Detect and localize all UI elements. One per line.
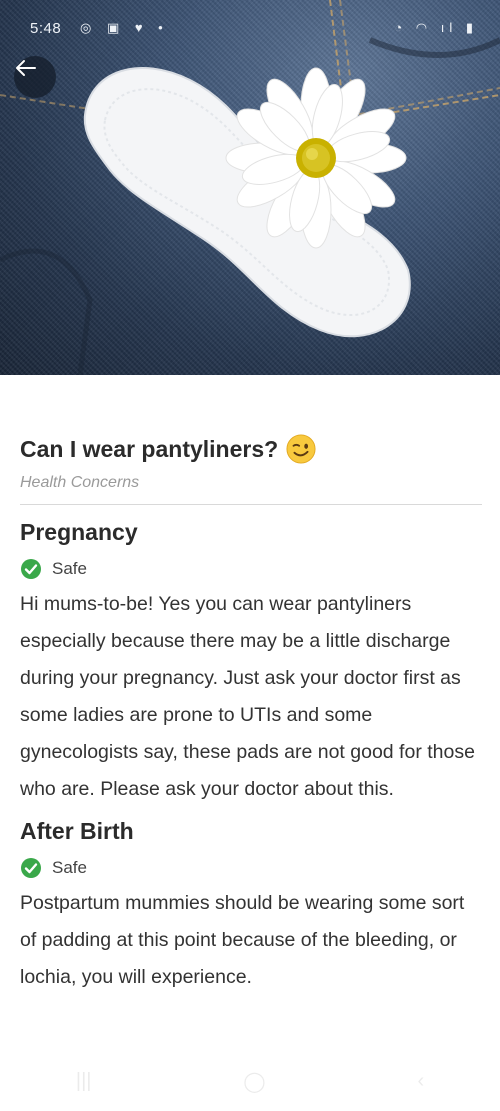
section-pregnancy: Pregnancy Safe Hi mums-to-be! Yes you ca… xyxy=(20,519,480,808)
status-bar: 5:48 ◎ ▣ ♥ • ◔ ◠ ıl ▮ xyxy=(0,0,500,58)
article: Can I wear pantyliners? Health Concerns … xyxy=(20,430,482,996)
recents-button[interactable]: ||| xyxy=(76,1070,92,1093)
title-row: Can I wear pantyliners? xyxy=(20,430,480,468)
back-arrow-icon xyxy=(16,60,36,76)
section-after-birth: After Birth Safe Postpartum mummies shou… xyxy=(20,818,480,996)
notification-icons: ◎ ▣ ♥ • xyxy=(80,20,169,35)
article-category: Health Concerns xyxy=(20,474,140,491)
system-status-icons: ◔ ◠ ıl ▮ xyxy=(394,20,478,35)
winking-face-icon xyxy=(286,434,316,464)
status-time: 5:48 xyxy=(30,20,62,37)
status-label: Safe xyxy=(52,858,87,877)
home-button[interactable]: ◯ xyxy=(243,1069,265,1094)
system-nav-bar: ||| ◯ ‹ xyxy=(0,1051,500,1111)
check-circle-icon xyxy=(21,858,41,878)
article-title: Can I wear pantyliners? xyxy=(20,435,279,462)
divider xyxy=(20,504,482,505)
section-heading: Pregnancy xyxy=(20,519,138,545)
check-circle-icon xyxy=(21,559,41,579)
section-heading: After Birth xyxy=(20,818,134,844)
section-text: Hi mums-to-be! Yes you can wear pantylin… xyxy=(20,593,475,800)
back-button[interactable] xyxy=(14,56,56,98)
hero-image: 5:48 ◎ ▣ ♥ • ◔ ◠ ıl ▮ xyxy=(0,0,500,375)
nav-back-button[interactable]: ‹ xyxy=(417,1070,424,1093)
status-row: Safe xyxy=(20,857,480,879)
section-text: Postpartum mummies should be wearing som… xyxy=(20,892,465,988)
status-row: Safe xyxy=(20,558,480,580)
status-label: Safe xyxy=(52,559,87,578)
